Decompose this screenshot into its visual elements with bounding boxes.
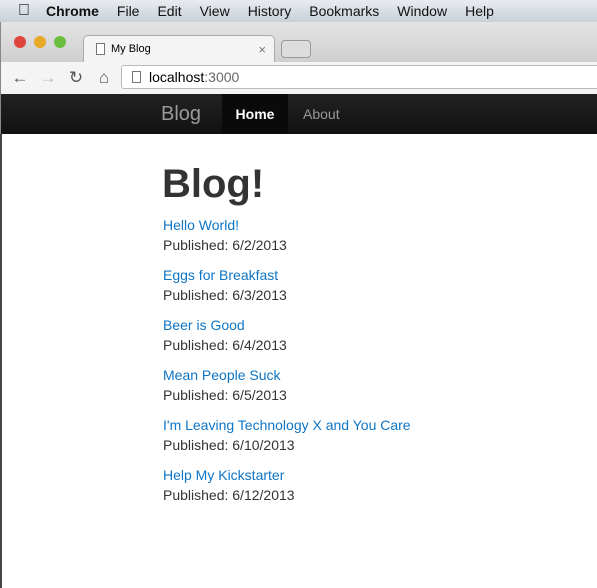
post-item: Hello World! Published: 6/2/2013: [163, 215, 411, 265]
forward-icon[interactable]: →: [39, 68, 57, 88]
post-date: Published: 6/2/2013: [163, 237, 287, 253]
mac-menubar:  Chrome File Edit View History Bookmark…: [0, 0, 597, 22]
tab-title: My Blog: [111, 43, 151, 55]
tab-my-blog[interactable]: My Blog ×: [83, 35, 275, 62]
post-link[interactable]: Help My Kickstarter: [163, 465, 411, 485]
site-navbar: Blog Home About: [0, 94, 597, 134]
minimize-window-button[interactable]: [34, 36, 46, 48]
post-link[interactable]: Hello World!: [163, 215, 411, 235]
nav-about[interactable]: About: [303, 106, 340, 122]
url-port: :3000: [204, 69, 240, 85]
post-date: Published: 6/3/2013: [163, 287, 287, 303]
menu-file[interactable]: File: [117, 3, 140, 19]
post-date: Published: 6/12/2013: [163, 487, 295, 503]
reload-icon[interactable]: ↻: [67, 68, 85, 88]
page-icon: [96, 43, 105, 55]
menu-view[interactable]: View: [200, 3, 230, 19]
menu-window[interactable]: Window: [397, 3, 447, 19]
nav-home[interactable]: Home: [222, 94, 288, 134]
post-link[interactable]: I'm Leaving Technology X and You Care: [163, 415, 411, 435]
close-tab-icon[interactable]: ×: [258, 42, 266, 57]
zoom-window-button[interactable]: [54, 36, 66, 48]
post-item: Mean People Suck Published: 6/5/2013: [163, 365, 411, 415]
post-item: Eggs for Breakfast Published: 6/3/2013: [163, 265, 411, 315]
menu-edit[interactable]: Edit: [157, 3, 181, 19]
post-link[interactable]: Eggs for Breakfast: [163, 265, 411, 285]
brand-link[interactable]: Blog: [161, 103, 201, 126]
browser-toolbar: ← → ↻ ⌂ localhost:3000: [0, 62, 597, 94]
back-icon[interactable]: ←: [11, 68, 29, 88]
post-date: Published: 6/10/2013: [163, 437, 295, 453]
post-list: Hello World! Published: 6/2/2013 Eggs for…: [163, 215, 411, 515]
url-host: localhost: [149, 69, 205, 85]
menu-help[interactable]: Help: [465, 3, 494, 19]
page-icon: [132, 71, 141, 83]
menu-history[interactable]: History: [248, 3, 292, 19]
menu-bookmarks[interactable]: Bookmarks: [309, 3, 379, 19]
post-link[interactable]: Mean People Suck: [163, 365, 411, 385]
page-title: Blog!: [162, 162, 265, 206]
post-item: Help My Kickstarter Published: 6/12/2013: [163, 465, 411, 515]
post-item: Beer is Good Published: 6/4/2013: [163, 315, 411, 365]
apple-icon[interactable]: : [18, 2, 30, 20]
page-content: Blog! Hello World! Published: 6/2/2013 Eg…: [0, 134, 597, 588]
address-bar[interactable]: localhost:3000: [121, 65, 597, 89]
tab-strip: My Blog ×: [0, 22, 597, 62]
post-item: I'm Leaving Technology X and You Care Pub…: [163, 415, 411, 465]
home-icon[interactable]: ⌂: [95, 68, 113, 88]
new-tab-button[interactable]: [281, 40, 311, 58]
menu-app-name[interactable]: Chrome: [46, 3, 99, 19]
post-date: Published: 6/5/2013: [163, 387, 287, 403]
close-window-button[interactable]: [14, 36, 26, 48]
post-date: Published: 6/4/2013: [163, 337, 287, 353]
post-link[interactable]: Beer is Good: [163, 315, 411, 335]
